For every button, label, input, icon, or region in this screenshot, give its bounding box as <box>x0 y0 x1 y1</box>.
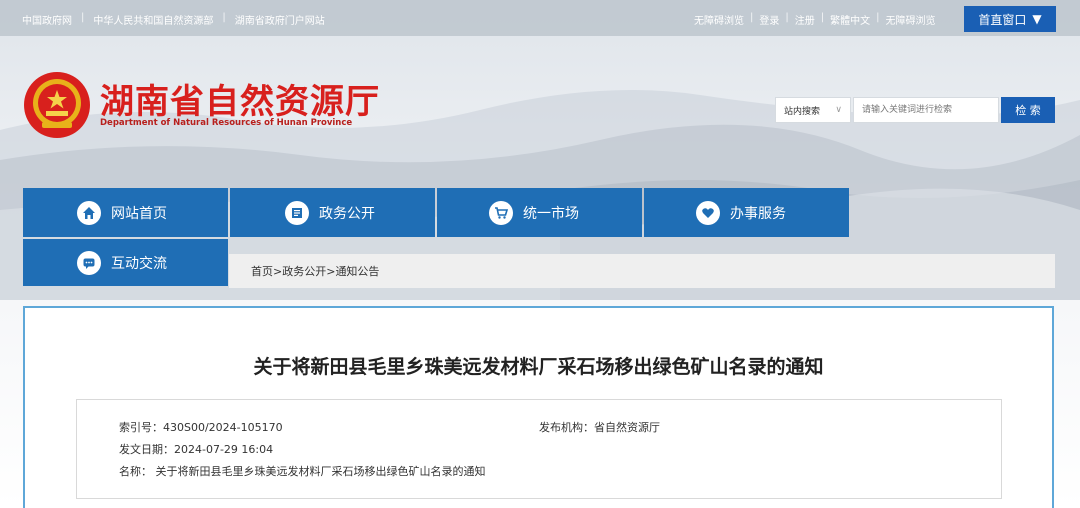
article-metadata: 索引号：430S00/2024-105170 发布机构：省自然资源厅 发文日期：… <box>76 399 1002 499</box>
nav-item-services[interactable]: 办事服务 <box>644 188 849 237</box>
nav-item-home[interactable]: 网站首页 <box>23 188 228 237</box>
breadcrumb-separator: > <box>273 264 283 278</box>
nav-item-label: 互动交流 <box>111 255 167 272</box>
document-name: 名称： 关于将新田县毛里乡珠美远发材料厂采石场移出绿色矿山名录的通知 <box>119 465 486 478</box>
breadcrumb-notices[interactable]: 通知公告 <box>335 263 379 279</box>
breadcrumb-government-affairs[interactable]: 政务公开 <box>282 263 326 279</box>
accessible-window-label: 首直窗口 <box>978 12 1027 27</box>
nav-item-label: 办事服务 <box>730 205 786 222</box>
nav-item-unified-market[interactable]: 统一市场 <box>437 188 642 237</box>
heart-icon <box>696 200 720 225</box>
divider: | <box>81 12 85 23</box>
publish-date: 发文日期：2024-07-29 16:04 <box>119 443 274 456</box>
divider: | <box>820 12 825 23</box>
register-link[interactable]: 注册 <box>795 12 815 27</box>
breadcrumb: 首页 > 政务公开 > 通知公告 <box>229 254 1055 288</box>
home-icon <box>77 200 101 225</box>
link-hunan-portal[interactable]: 湖南省政府门户网站 <box>235 12 325 27</box>
search-button[interactable]: 检 索 <box>1001 97 1055 123</box>
nav-item-label: 政务公开 <box>319 205 375 222</box>
login-link[interactable]: 登录 <box>759 12 779 27</box>
search-scope-label: 站内搜索 <box>784 106 821 117</box>
divider: | <box>222 12 226 23</box>
nav-item-government-affairs[interactable]: 政务公开 <box>230 188 435 237</box>
nav-item-interaction[interactable]: 互动交流 <box>23 239 228 286</box>
site-title: 湖南省自然资源厅 <box>100 82 380 122</box>
accessibility-link[interactable]: 无障碍浏览 <box>694 12 744 27</box>
chat-icon <box>77 250 101 275</box>
document-icon <box>285 200 309 225</box>
top-bar: 中国政府网 | 中华人民共和国自然资源部 | 湖南省政府门户网站 无障碍浏览 |… <box>0 0 1080 36</box>
top-links: 中国政府网 | 中华人民共和国自然资源部 | 湖南省政府门户网站 <box>22 12 325 27</box>
divider: | <box>750 12 754 23</box>
search-input[interactable] <box>853 97 999 123</box>
cart-icon <box>489 200 513 225</box>
user-links: 无障碍浏览 | 登录 | 注册 | 繁體中文 | 无障碍浏览 <box>694 12 936 27</box>
accessibility-link-2[interactable]: 无障碍浏览 <box>886 12 936 27</box>
publisher: 发布机构：省自然资源厅 <box>539 421 660 434</box>
nav-item-label: 网站首页 <box>111 205 167 222</box>
divider: | <box>785 12 789 23</box>
article-panel: 关于将新田县毛里乡珠美远发材料厂采石场移出绿色矿山名录的通知 索引号：430S0… <box>23 306 1054 508</box>
index-number: 索引号：430S00/2024-105170 <box>119 421 283 434</box>
nav-item-label: 统一市场 <box>523 205 579 222</box>
link-gov-portal[interactable]: 中国政府网 <box>22 12 72 27</box>
breadcrumb-separator: > <box>326 264 336 278</box>
traditional-chinese-link[interactable]: 繁體中文 <box>830 12 870 27</box>
accessible-window-button[interactable]: 首直窗口 ▼ <box>964 6 1056 32</box>
search-scope-select[interactable]: 站内搜索 ∨ <box>775 97 851 123</box>
breadcrumb-home[interactable]: 首页 <box>251 263 273 279</box>
national-emblem-icon <box>24 72 90 138</box>
divider: | <box>876 12 880 23</box>
article-title: 关于将新田县毛里乡珠美远发材料厂采石场移出绿色矿山名录的通知 <box>253 356 824 378</box>
site-subtitle: Department of Natural Resources of Hunan… <box>100 118 353 128</box>
triangle-down-icon: ▼ <box>1032 12 1042 26</box>
chevron-down-icon: ∨ <box>835 105 842 115</box>
link-ministry[interactable]: 中华人民共和国自然资源部 <box>93 12 213 27</box>
